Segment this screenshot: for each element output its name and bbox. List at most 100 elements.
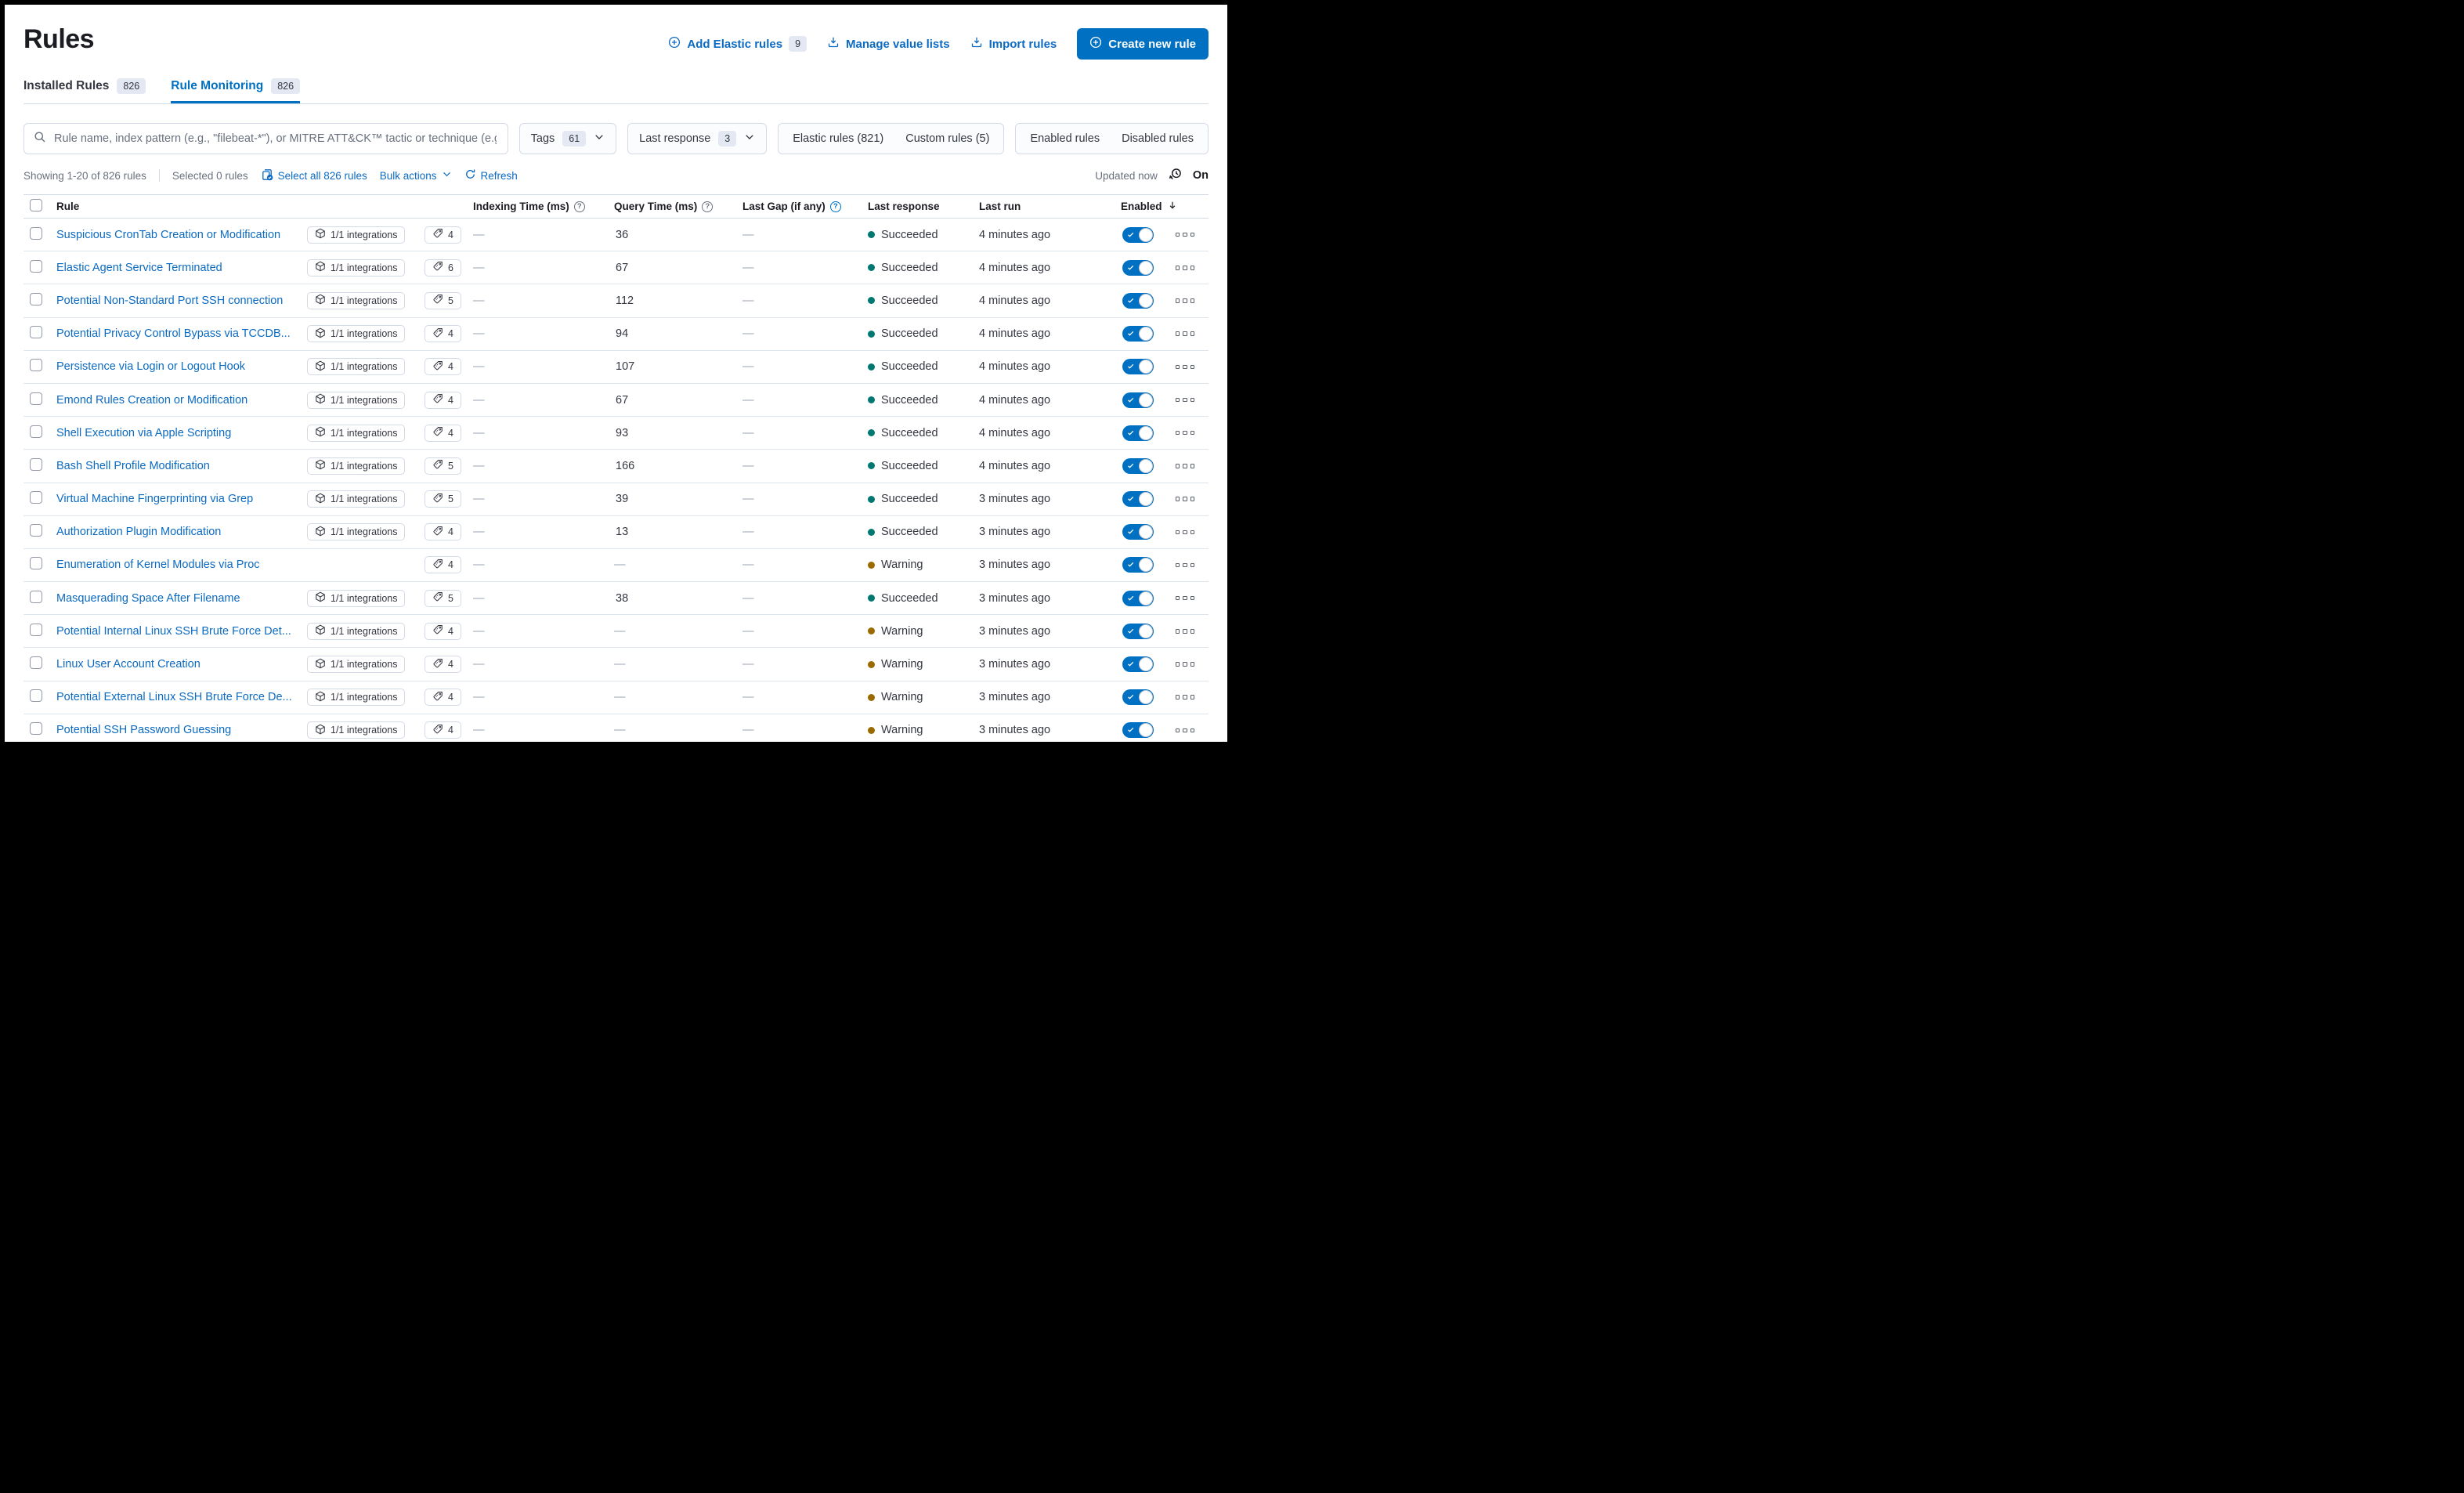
row-actions-button[interactable] xyxy=(1175,662,1194,667)
tags-badge[interactable]: 4 xyxy=(425,358,461,376)
integrations-badge[interactable]: 1/1 integrations xyxy=(307,391,406,409)
refresh-button[interactable]: Refresh xyxy=(464,168,518,183)
column-header-query-time[interactable]: Query Time (ms)? xyxy=(609,201,738,212)
row-actions-button[interactable] xyxy=(1175,728,1194,733)
row-checkbox[interactable] xyxy=(30,623,42,636)
help-icon[interactable]: ? xyxy=(829,201,841,212)
enabled-toggle[interactable] xyxy=(1122,392,1154,408)
row-actions-button[interactable] xyxy=(1175,331,1194,336)
rule-name-link[interactable]: Potential Internal Linux SSH Brute Force… xyxy=(56,625,307,638)
integrations-badge[interactable]: 1/1 integrations xyxy=(307,589,406,607)
row-actions-button[interactable] xyxy=(1175,695,1194,700)
elastic-rules-filter[interactable]: Elastic rules (821) xyxy=(793,132,883,145)
select-all-button[interactable]: Select all 826 rules xyxy=(261,168,367,183)
custom-rules-filter[interactable]: Custom rules (5) xyxy=(905,132,989,145)
create-new-rule-button[interactable]: Create new rule xyxy=(1077,28,1209,60)
rule-name-link[interactable]: Linux User Account Creation xyxy=(56,658,307,671)
tags-badge[interactable]: 4 xyxy=(425,391,461,409)
enabled-toggle[interactable] xyxy=(1122,656,1154,673)
bulk-actions-button[interactable]: Bulk actions xyxy=(380,169,452,182)
tags-badge[interactable]: 5 xyxy=(425,457,461,475)
row-actions-button[interactable] xyxy=(1175,397,1194,403)
tags-badge[interactable]: 4 xyxy=(425,656,461,674)
row-actions-button[interactable] xyxy=(1175,595,1194,601)
tags-badge[interactable]: 4 xyxy=(425,689,461,707)
row-checkbox[interactable] xyxy=(30,326,42,339)
row-actions-button[interactable] xyxy=(1175,629,1194,634)
help-icon[interactable]: ? xyxy=(573,201,585,212)
integrations-badge[interactable]: 1/1 integrations xyxy=(307,291,406,309)
row-checkbox[interactable] xyxy=(30,259,42,273)
integrations-badge[interactable]: 1/1 integrations xyxy=(307,226,406,244)
tags-badge[interactable]: 4 xyxy=(425,721,461,739)
auto-refresh-toggle[interactable]: On xyxy=(1193,169,1209,182)
rule-name-link[interactable]: Suspicious CronTab Creation or Modificat… xyxy=(56,229,307,241)
row-actions-button[interactable] xyxy=(1175,298,1194,303)
tags-badge[interactable]: 4 xyxy=(425,556,461,574)
rule-name-link[interactable]: Masquerading Space After Filename xyxy=(56,592,307,605)
row-actions-button[interactable] xyxy=(1175,530,1194,535)
row-checkbox[interactable] xyxy=(30,557,42,570)
add-elastic-rules-button[interactable]: Add Elastic rules 9 xyxy=(668,36,807,52)
enabled-rules-filter[interactable]: Enabled rules xyxy=(1030,132,1100,145)
rule-name-link[interactable]: Potential SSH Password Guessing xyxy=(56,724,307,736)
integrations-badge[interactable]: 1/1 integrations xyxy=(307,457,406,475)
integrations-badge[interactable]: 1/1 integrations xyxy=(307,490,406,508)
enabled-toggle[interactable] xyxy=(1122,259,1154,276)
tab-installed-rules[interactable]: Installed Rules 826 xyxy=(23,78,146,103)
tags-badge[interactable]: 5 xyxy=(425,490,461,508)
tab-rule-monitoring[interactable]: Rule Monitoring 826 xyxy=(171,78,301,103)
row-actions-button[interactable] xyxy=(1175,364,1194,370)
rule-name-link[interactable]: Shell Execution via Apple Scripting xyxy=(56,427,307,439)
row-actions-button[interactable] xyxy=(1175,464,1194,468)
rule-name-link[interactable]: Emond Rules Creation or Modification xyxy=(56,394,307,407)
rule-name-link[interactable]: Bash Shell Profile Modification xyxy=(56,460,307,472)
column-header-enabled[interactable]: Enabled xyxy=(1116,200,1209,213)
row-checkbox[interactable] xyxy=(30,359,42,372)
disabled-rules-filter[interactable]: Disabled rules xyxy=(1122,132,1194,145)
tags-badge[interactable]: 5 xyxy=(425,291,461,309)
rule-name-link[interactable]: Persistence via Login or Logout Hook xyxy=(56,360,307,373)
row-checkbox[interactable] xyxy=(30,392,42,405)
row-actions-button[interactable] xyxy=(1175,266,1194,270)
integrations-badge[interactable]: 1/1 integrations xyxy=(307,689,406,707)
tags-badge[interactable]: 4 xyxy=(425,622,461,640)
enabled-toggle[interactable] xyxy=(1122,722,1154,739)
import-rules-button[interactable]: Import rules xyxy=(970,36,1057,52)
enabled-toggle[interactable] xyxy=(1122,524,1154,540)
rule-name-link[interactable]: Potential External Linux SSH Brute Force… xyxy=(56,691,307,703)
enabled-toggle[interactable] xyxy=(1122,557,1154,573)
row-checkbox[interactable] xyxy=(30,292,42,305)
integrations-badge[interactable]: 1/1 integrations xyxy=(307,721,406,739)
row-actions-button[interactable] xyxy=(1175,562,1194,568)
integrations-badge[interactable]: 1/1 integrations xyxy=(307,325,406,343)
last-response-filter-button[interactable]: Last response 3 xyxy=(627,123,768,154)
help-icon[interactable]: ? xyxy=(702,201,714,212)
tags-badge[interactable]: 4 xyxy=(425,226,461,244)
rule-name-link[interactable]: Virtual Machine Fingerprinting via Grep xyxy=(56,493,307,505)
rule-name-link[interactable]: Authorization Plugin Modification xyxy=(56,526,307,538)
integrations-badge[interactable]: 1/1 integrations xyxy=(307,523,406,541)
row-checkbox[interactable] xyxy=(30,425,42,438)
row-checkbox[interactable] xyxy=(30,491,42,504)
search-input[interactable] xyxy=(52,132,498,146)
enabled-toggle[interactable] xyxy=(1122,292,1154,309)
rule-name-link[interactable]: Potential Non-Standard Port SSH connecti… xyxy=(56,295,307,307)
row-checkbox[interactable] xyxy=(30,722,42,736)
enabled-toggle[interactable] xyxy=(1122,689,1154,706)
row-checkbox[interactable] xyxy=(30,226,42,240)
enabled-toggle[interactable] xyxy=(1122,425,1154,441)
integrations-badge[interactable]: 1/1 integrations xyxy=(307,358,406,376)
row-checkbox[interactable] xyxy=(30,689,42,703)
tags-badge[interactable]: 6 xyxy=(425,258,461,277)
tags-badge[interactable]: 4 xyxy=(425,523,461,541)
integrations-badge[interactable]: 1/1 integrations xyxy=(307,622,406,640)
enabled-toggle[interactable] xyxy=(1122,623,1154,639)
enabled-toggle[interactable] xyxy=(1122,359,1154,375)
row-checkbox[interactable] xyxy=(30,524,42,537)
enabled-toggle[interactable] xyxy=(1122,590,1154,606)
column-header-last-run[interactable]: Last run xyxy=(974,201,1116,212)
row-actions-button[interactable] xyxy=(1175,430,1194,436)
select-all-checkbox[interactable] xyxy=(30,199,42,211)
enabled-toggle[interactable] xyxy=(1122,226,1154,243)
